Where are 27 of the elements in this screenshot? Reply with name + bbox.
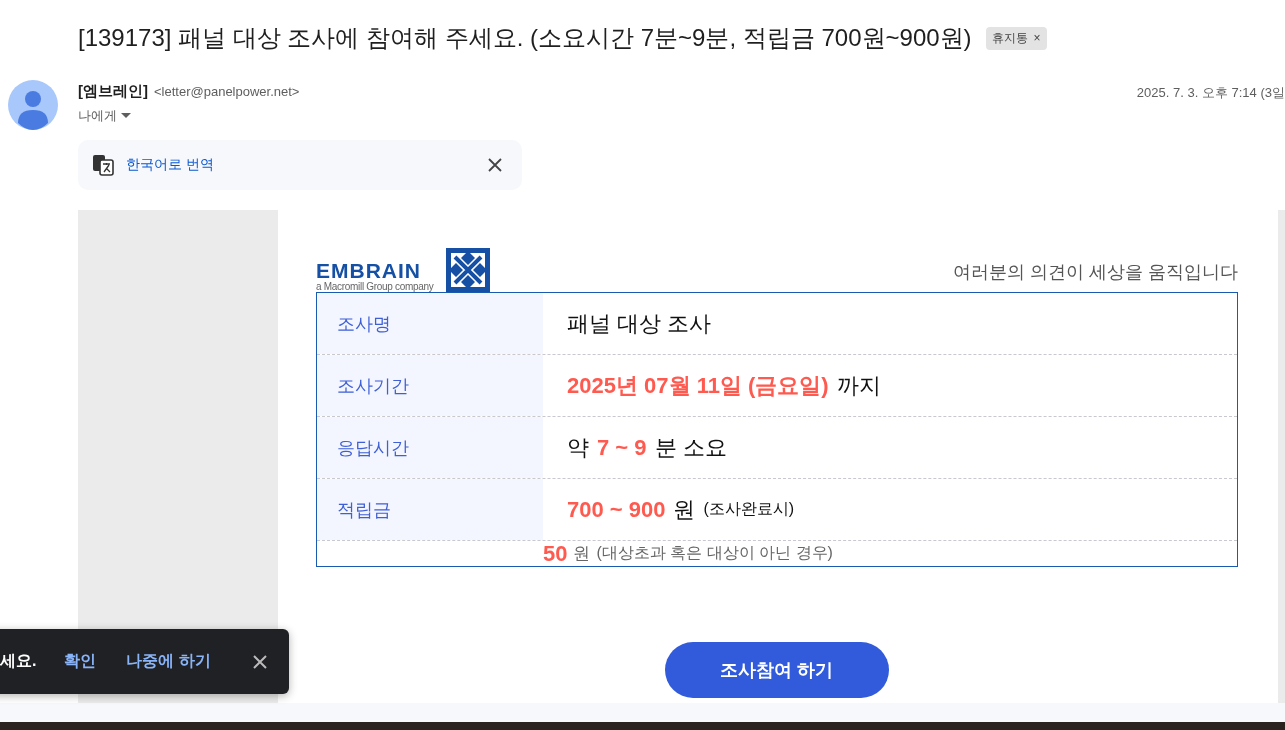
row-value: 약 7 ~ 9 분 소요 bbox=[566, 433, 728, 462]
snackbar-action[interactable]: 나중에 하기 bbox=[126, 651, 211, 672]
translate-icon[interactable] bbox=[92, 154, 114, 176]
logo-wordmark: EMBRAIN bbox=[316, 261, 422, 281]
reward-note: 50 원 (대상초과 혹은 대상이 아닌 경우) bbox=[543, 541, 834, 566]
label-chip[interactable]: 휴지통 × bbox=[985, 26, 1047, 50]
sender-email: <letter@panelpower.net> bbox=[154, 84, 300, 99]
row-value: 패널 대상 조사 bbox=[566, 309, 713, 338]
snackbar-message: 세요. bbox=[0, 651, 37, 671]
recipient-label: 나에게 bbox=[78, 107, 117, 125]
slogan: 여러분의 의견이 세상을 움직입니다 bbox=[953, 261, 1238, 284]
row-label: 응답시간 bbox=[317, 417, 543, 478]
logo-tagline: a Macromill Group company bbox=[316, 281, 434, 292]
row-label: 적립금 bbox=[317, 479, 543, 540]
row-label: 조사명 bbox=[317, 293, 543, 354]
avatar-icon[interactable] bbox=[8, 80, 58, 130]
snackbar-action[interactable]: 확인 bbox=[64, 651, 97, 672]
sender-name: [엠브레인] bbox=[78, 82, 148, 101]
close-button[interactable] bbox=[253, 654, 267, 669]
row-value: 700 ~ 900 원 (조사완료시) bbox=[566, 495, 796, 524]
row-value: 2025년 07월 11일 (금요일) 까지 bbox=[566, 371, 882, 400]
email-date: 2025. 7. 3. 오후 7:14 (3일 bbox=[1136, 84, 1285, 102]
caret-icon[interactable] bbox=[121, 113, 131, 119]
translate-link[interactable]: 한국어로 번역 bbox=[126, 156, 214, 174]
email-subject: [139173] 패널 대상 조사에 참여해 주세요. (소요시간 7분~9분, 적립금 700원~900원) bbox=[78, 23, 972, 53]
join-survey-button[interactable]: 조사참여 하기 bbox=[665, 642, 889, 698]
row-label: 조사기간 bbox=[317, 355, 543, 416]
